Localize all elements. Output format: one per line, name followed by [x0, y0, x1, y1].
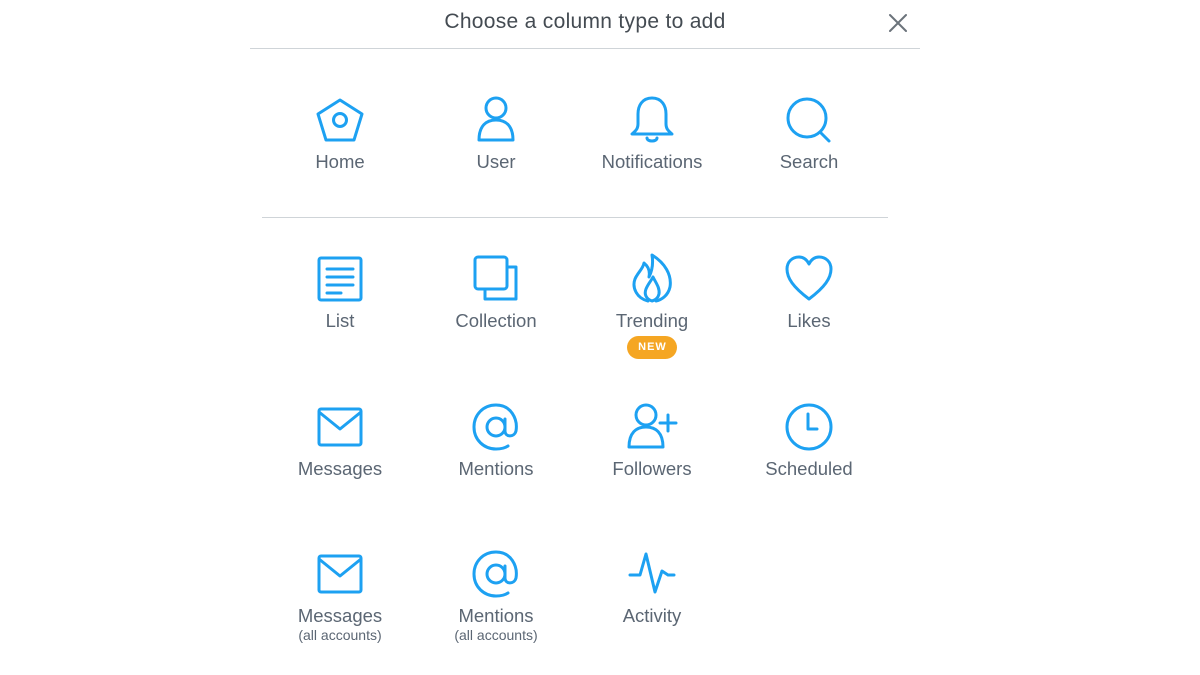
close-button[interactable] [884, 9, 912, 37]
add-user-icon [626, 401, 678, 453]
column-type-followers[interactable]: Followers [577, 401, 727, 501]
column-type-notifications[interactable]: Notifications [577, 94, 727, 194]
column-type-label: Mentions [458, 458, 534, 479]
column-type-label: Collection [455, 310, 537, 331]
column-type-user[interactable]: User [421, 94, 571, 194]
column-type-scheduled[interactable]: Scheduled [734, 401, 884, 501]
column-type-label: Followers [612, 458, 692, 479]
section-divider [262, 217, 888, 218]
at-icon [470, 548, 522, 600]
column-type-home[interactable]: Home [265, 94, 415, 194]
bell-icon [626, 94, 678, 146]
column-type-label: Messages [297, 605, 383, 626]
column-type-mentions-all-accounts[interactable]: Mentions (all accounts) [421, 548, 571, 648]
heart-icon [783, 253, 835, 305]
column-type-likes[interactable]: Likes [734, 253, 884, 353]
envelope-icon [314, 548, 366, 600]
column-type-label: List [325, 310, 355, 331]
column-type-messages[interactable]: Messages [265, 401, 415, 501]
search-icon [783, 94, 835, 146]
column-type-label: Search [779, 151, 839, 172]
clock-icon [783, 401, 835, 453]
pulse-icon [626, 548, 678, 600]
column-type-label: User [476, 151, 516, 172]
column-type-collection[interactable]: Collection [421, 253, 571, 353]
column-type-mentions[interactable]: Mentions [421, 401, 571, 501]
column-type-trending[interactable]: Trending NEW [577, 253, 727, 359]
column-type-label: Likes [787, 310, 831, 331]
envelope-icon [314, 401, 366, 453]
collection-icon [470, 253, 522, 305]
column-type-search[interactable]: Search [734, 94, 884, 194]
user-icon [470, 94, 522, 146]
close-icon [889, 14, 907, 32]
column-type-label: Home [315, 151, 365, 172]
column-type-label: Messages [297, 458, 383, 479]
column-type-list[interactable]: List [265, 253, 415, 353]
column-type-messages-all-accounts[interactable]: Messages (all accounts) [265, 548, 415, 648]
column-type-sublabel: (all accounts) [454, 627, 538, 643]
at-icon [470, 401, 522, 453]
column-type-label: Scheduled [765, 458, 853, 479]
flame-icon [626, 253, 678, 305]
column-type-label: Activity [622, 605, 682, 626]
new-badge: NEW [627, 336, 677, 359]
column-type-label: Trending [615, 310, 689, 331]
column-type-sublabel: (all accounts) [298, 627, 382, 643]
home-icon [314, 94, 366, 146]
dialog-title: Choose a column type to add [444, 10, 726, 33]
column-type-activity[interactable]: Activity [577, 548, 727, 648]
column-type-label: Notifications [601, 151, 703, 172]
column-type-label: Mentions [458, 605, 534, 626]
header-divider [250, 48, 920, 49]
list-icon [314, 253, 366, 305]
